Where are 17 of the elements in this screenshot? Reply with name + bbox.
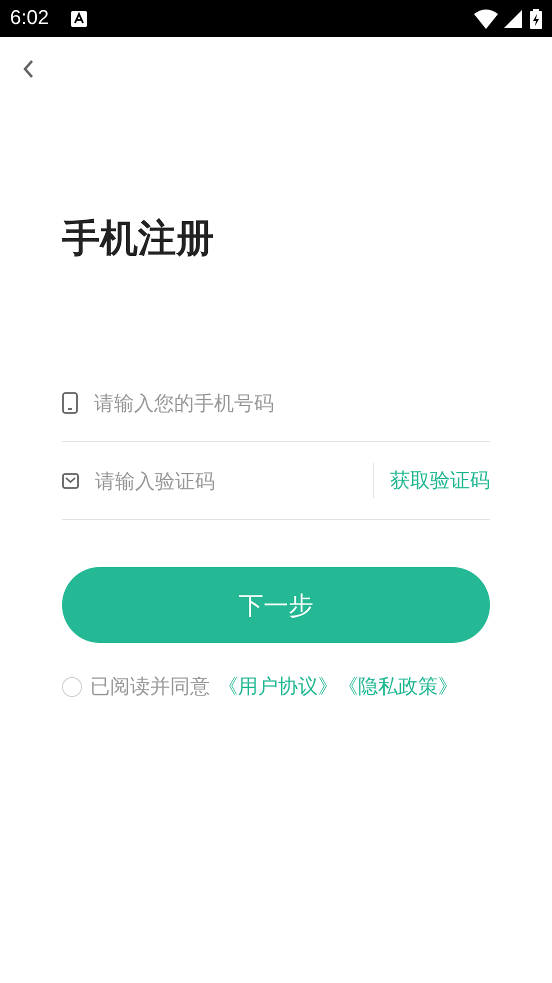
page-title: 手机注册 (62, 215, 215, 262)
code-input[interactable]: 请输入验证码 (93, 468, 359, 494)
phone-input[interactable]: 请输入您的手机号码 (92, 390, 490, 416)
phone-icon (62, 392, 78, 414)
battery-icon (530, 8, 542, 28)
wifi-icon (474, 8, 498, 28)
keyboard-icon (70, 10, 87, 26)
message-icon (62, 472, 79, 488)
back-icon (21, 58, 35, 80)
status-time: 6:02 (10, 7, 49, 30)
agree-text: 已阅读并同意 (90, 673, 210, 700)
next-button[interactable]: 下一步 (62, 567, 490, 643)
policy-link[interactable]: 《隐私政策》 (338, 673, 458, 700)
get-code-button[interactable]: 获取验证码 (373, 463, 490, 498)
signal-icon (504, 10, 522, 28)
policy-link[interactable]: 《用户协议》 (218, 673, 338, 700)
agree-checkbox[interactable] (62, 676, 82, 696)
